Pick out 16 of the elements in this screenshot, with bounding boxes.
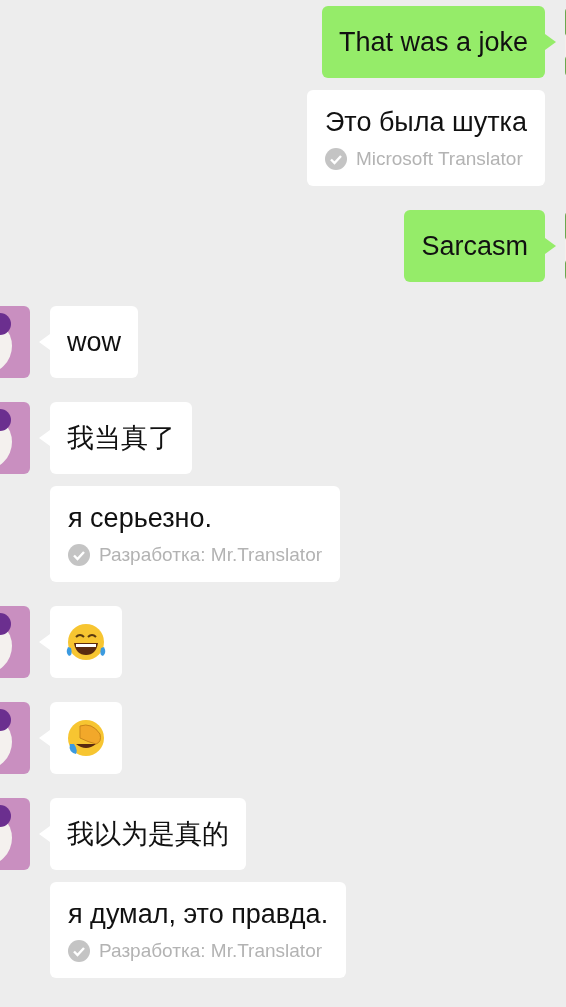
message-bubble: Sarcasm [404,210,545,282]
translated-text: Это была шутка [324,106,527,139]
translated-text: я серьезно. [68,502,213,535]
translated-text: я думал, это правда. [68,898,329,931]
message-bubble: wow [50,306,138,378]
check-icon [324,148,347,170]
message-bubble: 我当真了 [50,402,192,474]
check-icon [68,544,90,566]
facepalm-emoji-icon [66,718,106,758]
message-bubble: 我以为是真的 [50,798,246,870]
message-bubble: That was a joke [321,6,545,78]
check-icon [68,940,90,962]
translator-label: Microsoft Translator [355,147,523,171]
translator-label: Разработка: Mr.Translator [99,543,323,567]
laughing-emoji-icon [65,623,107,661]
translator-label: Разработка: Mr.Translator [99,939,323,963]
